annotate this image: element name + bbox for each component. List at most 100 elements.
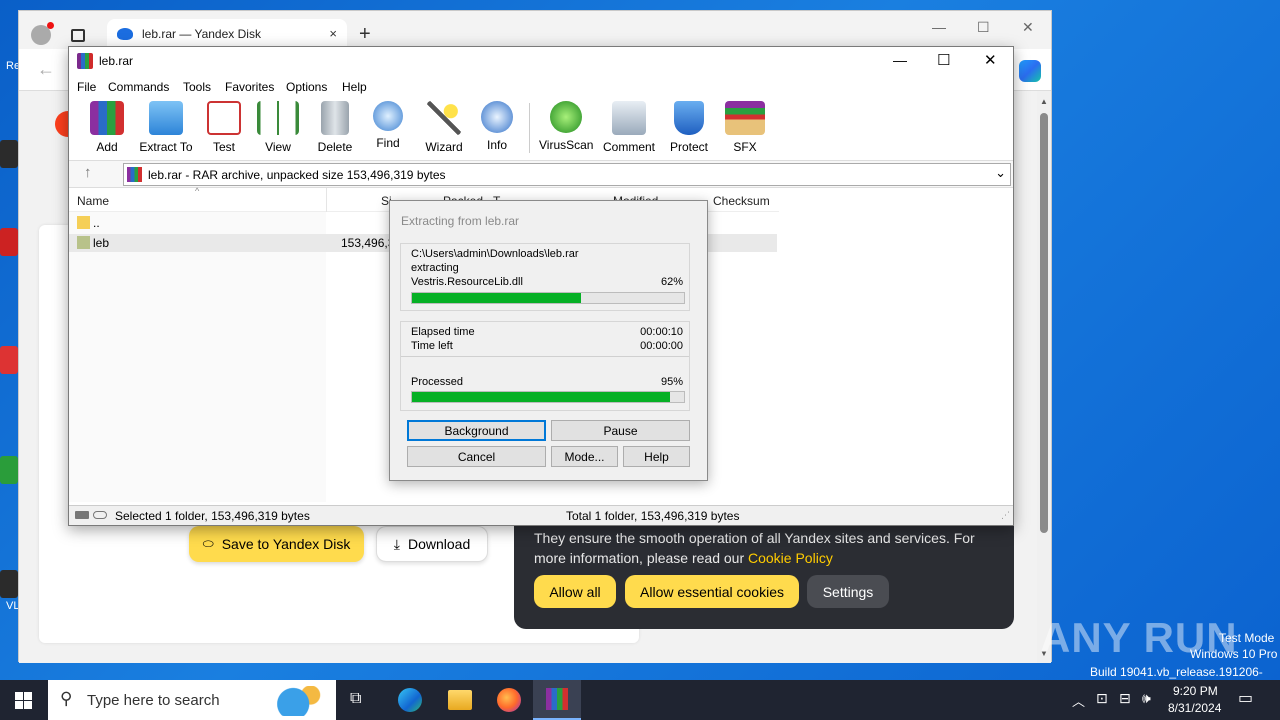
file-explorer-taskbar-icon[interactable] (448, 690, 472, 710)
back-button[interactable]: ← (37, 59, 55, 80)
comment-icon (612, 101, 646, 135)
extract-to-button[interactable]: Extract To (139, 101, 193, 155)
clock-time[interactable]: 9:20 PM (1173, 684, 1218, 698)
save-to-yandex-disk-button[interactable]: ⬭ Save to Yandex Disk (189, 526, 364, 562)
firefox-taskbar-icon[interactable] (497, 688, 521, 712)
disk-icon: ⬭ (202, 536, 214, 551)
desktop-icon-2[interactable] (0, 228, 18, 256)
row-size: 153,496,3 (341, 236, 395, 250)
menu-file[interactable]: File (77, 80, 96, 94)
tab-yandex-disk[interactable]: leb.rar — Yandex Disk × (107, 19, 347, 49)
download-button-label: Download (407, 536, 471, 552)
delete-button[interactable]: Delete (315, 101, 355, 155)
search-placeholder: Type here to search (87, 692, 220, 709)
test-button[interactable]: Test (206, 101, 242, 155)
taskbar-search-box[interactable]: ⚲ Type here to search (48, 680, 336, 720)
edge-taskbar-icon[interactable] (398, 688, 422, 712)
winrar-title-bar: leb.rar — ☐ ✕ (69, 47, 1013, 77)
scrollbar-thumb[interactable] (1040, 113, 1048, 533)
books-add-icon (90, 101, 124, 135)
col-name[interactable]: Name (77, 194, 109, 208)
file-percent: 62% (660, 276, 683, 288)
winrar-menu-bar: File Commands Tools Favorites Options He… (69, 77, 1013, 97)
sfx-label: SFX (733, 140, 757, 154)
path-text: leb.rar - RAR archive, unpacked size 153… (148, 168, 446, 182)
desktop-icon-1[interactable] (0, 140, 18, 168)
menu-commands[interactable]: Commands (108, 80, 169, 94)
yandex-disk-favicon-icon (117, 28, 133, 40)
winrar-close-button[interactable]: ✕ (984, 51, 997, 69)
menu-options[interactable]: Options (286, 80, 327, 94)
add-label: Add (96, 140, 118, 154)
find-button[interactable]: Find (369, 101, 407, 155)
allow-all-cookies-button[interactable]: Allow all (534, 575, 616, 608)
mode-button[interactable]: Mode... (551, 446, 618, 467)
wizard-button[interactable]: Wizard (424, 101, 464, 155)
browser-minimize-button[interactable]: — (932, 19, 946, 35)
menu-help[interactable]: Help (342, 80, 367, 94)
winrar-title: leb.rar (99, 54, 134, 68)
col-divider-1 (326, 188, 327, 212)
browser-close-button[interactable]: ✕ (1022, 19, 1034, 36)
sfx-button[interactable]: SFX (724, 101, 766, 155)
resize-grip-icon[interactable]: ⋰ (1001, 510, 1010, 521)
up-folder-button[interactable]: ↑ (84, 164, 92, 181)
protect-button[interactable]: Protect (667, 101, 711, 155)
winrar-app-icon (77, 53, 93, 69)
background-button[interactable]: Background (407, 420, 546, 441)
current-file-panel: C:\Users\admin\Downloads\leb.rar extract… (400, 243, 690, 311)
tray-volume-icon[interactable]: 🕪 (1142, 690, 1151, 707)
path-box[interactable]: leb.rar - RAR archive, unpacked size 153… (123, 163, 1011, 186)
info-icon (481, 101, 513, 133)
view-button[interactable]: View (256, 101, 300, 155)
desktop-icon-4[interactable] (0, 456, 18, 484)
processed-label: Processed (411, 376, 463, 388)
tab-close-icon[interactable]: × (329, 26, 337, 41)
elapsed-value: 00:00:10 (640, 326, 683, 338)
book-view-icon (257, 101, 299, 135)
notification-icon[interactable]: ▭ (1238, 688, 1253, 708)
tab-title: leb.rar — Yandex Disk (142, 27, 261, 41)
bug-virusscan-icon (550, 101, 582, 133)
list-item[interactable]: .. (69, 214, 326, 232)
dialog-title: Extracting from leb.rar (401, 214, 520, 228)
path-dropdown-icon[interactable]: ⌄ (995, 165, 1006, 181)
info-button[interactable]: Info (481, 101, 513, 155)
desktop-icon-5[interactable] (0, 570, 18, 598)
desktop-icon-3[interactable] (0, 346, 18, 374)
menu-favorites[interactable]: Favorites (225, 80, 274, 94)
page-scrollbar[interactable]: ▲ ▼ (1037, 91, 1051, 663)
tray-chevron-icon[interactable]: ︿ (1072, 691, 1085, 710)
tray-network-icon[interactable]: ⊟ (1119, 690, 1131, 707)
winrar-minimize-button[interactable]: — (893, 52, 907, 68)
menu-tools[interactable]: Tools (183, 80, 211, 94)
help-button[interactable]: Help (623, 446, 690, 467)
winrar-maximize-button[interactable]: ☐ (937, 51, 950, 69)
comment-button[interactable]: Comment (601, 101, 657, 155)
cookie-settings-button[interactable]: Settings (807, 575, 889, 608)
protect-label: Protect (669, 140, 708, 154)
clock-date[interactable]: 8/31/2024 (1168, 701, 1221, 715)
scroll-up-arrow-icon[interactable]: ▲ (1040, 97, 1048, 106)
cancel-button[interactable]: Cancel (407, 446, 546, 467)
allow-essential-cookies-button[interactable]: Allow essential cookies (625, 575, 799, 608)
winrar-taskbar-button[interactable] (533, 680, 581, 720)
virusscan-button[interactable]: VirusScan (539, 101, 593, 155)
folder-extract-icon (149, 101, 183, 135)
add-button[interactable]: Add (87, 101, 127, 155)
task-view-icon[interactable]: ⧉ (350, 690, 361, 708)
pause-button[interactable]: Pause (551, 420, 690, 441)
new-tab-button[interactable]: + (359, 23, 371, 46)
download-icon: ⤓ (393, 535, 400, 552)
toolbar-separator (529, 103, 530, 153)
cookie-policy-link[interactable]: Cookie Policy (748, 550, 833, 566)
tab-actions-icon[interactable] (71, 29, 85, 42)
profile-icon[interactable] (31, 22, 54, 45)
clipboard-test-icon (207, 101, 241, 135)
start-windows-icon[interactable] (15, 692, 32, 709)
col-checksum[interactable]: Checksum (713, 194, 770, 208)
copilot-icon[interactable] (1019, 60, 1041, 82)
tray-device-icon[interactable]: ⊡ (1096, 690, 1108, 707)
browser-maximize-button[interactable]: ☐ (977, 19, 990, 36)
download-button[interactable]: ⤓ Download (376, 526, 488, 562)
